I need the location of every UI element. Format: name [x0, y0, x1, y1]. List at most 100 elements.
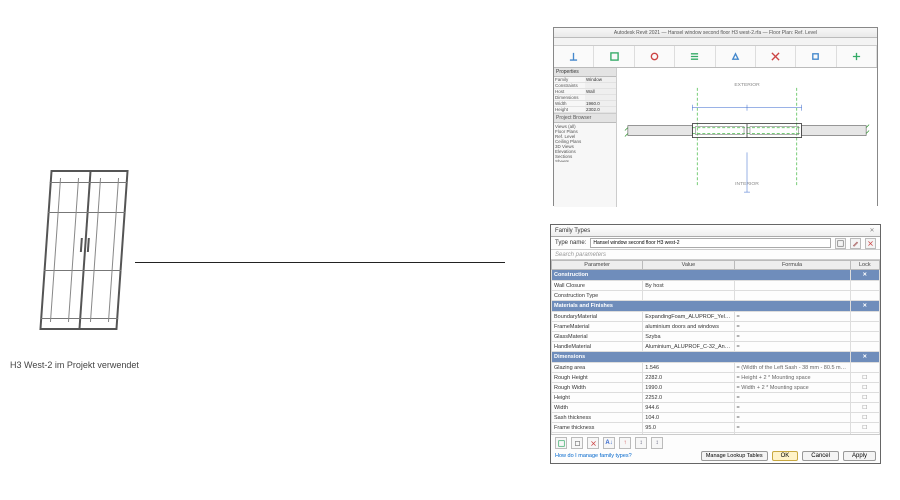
param-group-header[interactable]: Construction✕	[552, 270, 880, 281]
param-formula[interactable]: =	[734, 342, 850, 352]
param-formula[interactable]: =	[734, 403, 850, 413]
apply-button[interactable]: Apply	[843, 451, 876, 461]
prop-val[interactable]: 1960.0	[585, 101, 616, 106]
param-formula[interactable]: =	[734, 332, 850, 342]
sort-desc-icon[interactable]: ↑	[619, 437, 631, 449]
param-value[interactable]: ExpandingFoam_ALUPROF_Yellow	[643, 312, 734, 322]
param-formula[interactable]	[734, 291, 850, 301]
param-formula[interactable]: =	[734, 413, 850, 423]
col-parameter[interactable]: Parameter	[552, 261, 643, 270]
browser-item[interactable]: Sheets	[555, 159, 615, 162]
param-value[interactable]: By host	[643, 281, 734, 291]
properties-panel[interactable]: Properties FamilyWindowConstraintsHostWa…	[554, 68, 617, 207]
param-formula[interactable]: = Height + 2 * Mounting space	[734, 373, 850, 383]
param-group-header[interactable]: Materials and Finishes✕	[552, 301, 880, 312]
param-value[interactable]: 2282.0	[643, 373, 734, 383]
param-row[interactable]: FrameMaterialaluminium doors and windows…	[552, 322, 880, 332]
param-lock[interactable]: ☐	[850, 393, 879, 403]
col-value[interactable]: Value	[643, 261, 734, 270]
prop-val[interactable]	[585, 83, 616, 88]
app-titlebar[interactable]: Autodesk Revit 2021 — Hansel window seco…	[554, 28, 877, 38]
param-lock[interactable]	[850, 322, 879, 332]
lookup-tables-button[interactable]: Manage Lookup Tables	[701, 451, 768, 461]
prop-val[interactable]	[585, 95, 616, 100]
param-formula[interactable]: =	[734, 322, 850, 332]
rename-type-icon[interactable]	[850, 238, 861, 249]
param-name: Frame thickness	[552, 423, 643, 433]
modify-param-icon[interactable]	[571, 437, 583, 449]
param-formula[interactable]: =	[734, 312, 850, 322]
new-param-icon[interactable]	[555, 437, 567, 449]
new-type-icon[interactable]	[835, 238, 846, 249]
drawing-canvas[interactable]: EXTERIOR INTERIOR	[617, 68, 877, 207]
prop-val[interactable]: Wall	[585, 89, 616, 94]
param-lock[interactable]: ☐	[850, 383, 879, 393]
param-group-header[interactable]: Dimensions✕	[552, 352, 880, 363]
sort-asc-icon[interactable]: A↓	[603, 437, 615, 449]
param-row[interactable]: HandleMaterialAluminium_ALUPROF_C-32_Ano…	[552, 342, 880, 352]
parameters-table-wrap[interactable]: Parameter Value Formula Lock Constructio…	[551, 260, 880, 435]
param-row[interactable]: Width944.6=☐	[552, 403, 880, 413]
delete-param-icon[interactable]	[587, 437, 599, 449]
param-row[interactable]: Rough Height2282.0= Height + 2 * Mountin…	[552, 373, 880, 383]
param-lock[interactable]	[850, 291, 879, 301]
move-up-icon[interactable]: ↕	[635, 437, 647, 449]
param-formula[interactable]: = (Width of the Left Sash - 38 mm - 80.5…	[734, 363, 850, 373]
param-row[interactable]: Frame thickness95.0=☐	[552, 423, 880, 433]
param-value[interactable]: 1990.0	[643, 383, 734, 393]
param-value[interactable]: Aluminium_ALUPROF_C-32_AnodisedChampagne	[643, 342, 734, 352]
param-row[interactable]: Construction Type	[552, 291, 880, 301]
param-row[interactable]: Sash thickness104.0=☐	[552, 413, 880, 423]
param-row[interactable]: Glazing area1.546= (Width of the Left Sa…	[552, 363, 880, 373]
param-value[interactable]: aluminium doors and windows	[643, 322, 734, 332]
param-value[interactable]: 2252.0	[643, 393, 734, 403]
prop-val[interactable]: 2302.0	[585, 107, 616, 112]
search-parameters[interactable]: Search parameters	[551, 250, 880, 260]
param-value[interactable]: 944.6	[643, 403, 734, 413]
param-value[interactable]: 95.0	[643, 423, 734, 433]
param-row[interactable]: BoundaryMaterialExpandingFoam_ALUPROF_Ye…	[552, 312, 880, 322]
param-name: Glazing area	[552, 363, 643, 373]
param-lock[interactable]: ☐	[850, 423, 879, 433]
param-value[interactable]: Szyba	[643, 332, 734, 342]
revit-main-window: Autodesk Revit 2021 — Hansel window seco…	[553, 27, 878, 206]
param-name: HandleMaterial	[552, 342, 643, 352]
label-exterior: EXTERIOR	[734, 82, 760, 88]
param-lock[interactable]: ☐	[850, 403, 879, 413]
param-formula[interactable]: =	[734, 423, 850, 433]
param-lock[interactable]: ☐	[850, 413, 879, 423]
param-name: GlassMaterial	[552, 332, 643, 342]
app-title: Autodesk Revit 2021 — Hansel window seco…	[614, 30, 817, 36]
param-row[interactable]: Height2252.0=☐	[552, 393, 880, 403]
move-down-icon[interactable]: ↕	[651, 437, 663, 449]
ribbon[interactable]	[554, 46, 877, 68]
param-lock[interactable]	[850, 363, 879, 373]
param-formula[interactable]: =	[734, 393, 850, 403]
param-row[interactable]: Wall ClosureBy host	[552, 281, 880, 291]
param-lock[interactable]: ☐	[850, 373, 879, 383]
type-name-input[interactable]	[590, 238, 831, 248]
quick-access-toolbar[interactable]	[554, 38, 877, 46]
prop-val[interactable]: Window	[585, 77, 616, 82]
close-icon[interactable]: ✕	[868, 227, 876, 235]
delete-type-icon[interactable]	[865, 238, 876, 249]
col-lock[interactable]: Lock	[850, 261, 879, 270]
param-row[interactable]: Rough Width1990.0= Width + 2 * Mounting …	[552, 383, 880, 393]
param-row[interactable]: GlassMaterialSzyba=	[552, 332, 880, 342]
dialog-title: Family Types	[555, 228, 590, 234]
help-link[interactable]: How do I manage family types?	[555, 453, 632, 459]
param-value[interactable]: 1.546	[643, 363, 734, 373]
dialog-titlebar[interactable]: Family Types ✕	[551, 225, 880, 237]
param-value[interactable]	[643, 291, 734, 301]
param-lock[interactable]	[850, 332, 879, 342]
project-browser[interactable]: Project Browser Views (all) Floor Plans …	[554, 113, 616, 162]
param-lock[interactable]	[850, 342, 879, 352]
cancel-button[interactable]: Cancel	[802, 451, 839, 461]
param-lock[interactable]	[850, 312, 879, 322]
param-formula[interactable]: = Width + 2 * Mounting space	[734, 383, 850, 393]
param-value[interactable]: 104.0	[643, 413, 734, 423]
col-formula[interactable]: Formula	[734, 261, 850, 270]
param-lock[interactable]	[850, 281, 879, 291]
ok-button[interactable]: OK	[772, 451, 799, 461]
param-formula[interactable]	[734, 281, 850, 291]
